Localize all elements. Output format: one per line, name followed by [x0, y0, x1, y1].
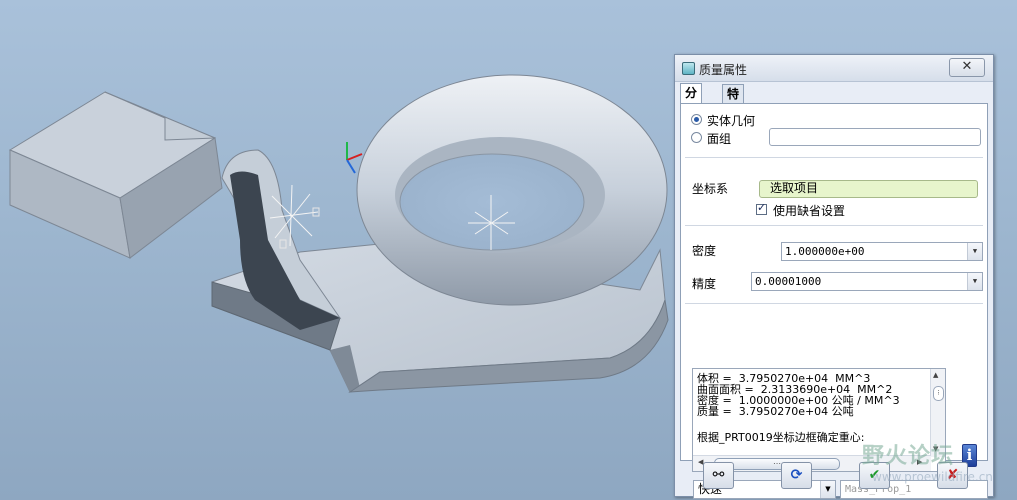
chevron-down-icon[interactable]: ▼ — [967, 243, 982, 260]
mass-properties-dialog: 质量属性 ✕ 分析 特征 实体几何 面组 坐标系 选取项目 使用缺省设置 密度 … — [674, 54, 994, 499]
repeat-button[interactable]: ⟳ — [781, 462, 812, 489]
dialog-title: 质量属性 — [699, 63, 748, 77]
analysis-panel: 实体几何 面组 坐标系 选取项目 使用缺省设置 密度 1.000000e+00 … — [680, 103, 988, 499]
chevron-down-icon[interactable]: ▼ — [967, 273, 982, 290]
solid-geometry-label: 实体几何 — [707, 114, 756, 128]
quilt-label: 面组 — [707, 132, 732, 146]
density-label: 密度 — [692, 244, 717, 258]
scroll-right-icon[interactable]: ▶ — [917, 458, 922, 466]
accuracy-value: 0.00001000 — [755, 275, 822, 288]
use-default-checkbox[interactable] — [756, 201, 767, 215]
results-vertical-scrollbar[interactable]: ▲ ⁝ ▼ — [930, 369, 945, 457]
separator — [685, 157, 983, 158]
density-value: 1.000000e+00 — [785, 245, 865, 258]
scroll-down-icon[interactable]: ▼ — [933, 445, 938, 453]
dialog-titlebar[interactable]: 质量属性 ✕ — [675, 55, 993, 82]
scroll-thumb[interactable]: ⁝ — [933, 386, 944, 401]
result-mass: 质量 = 3.7950270e+04 公吨 — [697, 405, 854, 418]
cancel-x-icon: ✘ — [946, 467, 959, 483]
glasses-icon: ⚯ — [712, 467, 725, 483]
result-center-of-gravity: 根据_PRT0019坐标边框确定重心: — [697, 431, 865, 444]
accuracy-label: 精度 — [692, 277, 717, 291]
use-default-label: 使用缺省设置 — [773, 204, 846, 218]
quilt-radio[interactable] — [691, 132, 702, 143]
scroll-up-icon[interactable]: ▲ — [933, 371, 938, 379]
cancel-button[interactable]: ✘ — [937, 462, 968, 489]
repeat-icon: ⟳ — [790, 467, 803, 483]
chevron-down-icon[interactable]: ▼ — [820, 481, 835, 498]
tab-feature[interactable]: 特征 — [722, 84, 745, 119]
ok-check-icon: ✔ — [868, 467, 881, 483]
separator — [685, 225, 983, 226]
coordsys-collector[interactable]: 选取项目 — [759, 180, 978, 198]
coordsys-label: 坐标系 — [692, 182, 729, 196]
ok-button[interactable]: ✔ — [859, 462, 890, 489]
quilt-select-field[interactable] — [769, 128, 981, 146]
results-textarea[interactable]: 体积 = 3.7950270e+04 MM^3 曲面面积 = 2.3133690… — [692, 368, 946, 472]
density-input[interactable]: 1.000000e+00 ▼ — [781, 242, 983, 261]
solid-geometry-radio[interactable] — [691, 114, 702, 125]
dialog-app-icon — [682, 62, 695, 75]
accuracy-input[interactable]: 0.00001000 ▼ — [751, 272, 983, 291]
preview-glasses-button[interactable]: ⚯ — [703, 462, 734, 489]
tab-analysis[interactable]: 分析 — [680, 83, 703, 118]
close-button[interactable]: ✕ — [949, 58, 985, 77]
separator — [685, 303, 983, 304]
